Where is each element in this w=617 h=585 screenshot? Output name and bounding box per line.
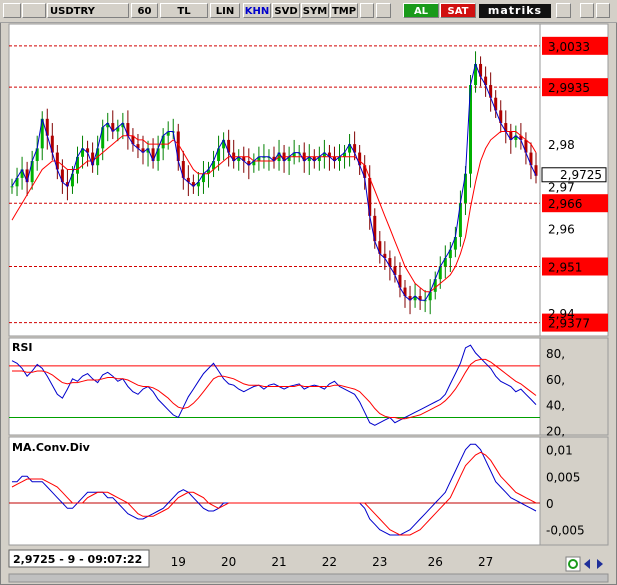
price-tick-label: 2,96: [548, 223, 575, 237]
level-label: 2,951: [548, 260, 582, 274]
scale-select[interactable]: LIN: [210, 3, 240, 18]
currency-select[interactable]: TL: [160, 3, 208, 18]
tab-tmp[interactable]: TMP: [330, 3, 358, 18]
scroll-right-icon[interactable]: [597, 559, 603, 569]
time-tick-label: 20: [221, 555, 236, 569]
macd-panel: MA.Conv.Div 0,01 0,005 0 -0,005: [8, 436, 609, 546]
brand-logo: matriks: [479, 4, 551, 18]
chart-canvas: 3,00332,99352,9662,9512,9377 2,942,962,9…: [0, 0, 617, 585]
rsi-tick-label: 20,: [546, 424, 565, 438]
rsi-tick-label: 80,: [546, 347, 565, 361]
period-select[interactable]: 60: [131, 3, 158, 18]
rsi-tick-label: 60,: [546, 373, 565, 387]
rsi-title: RSI: [12, 341, 33, 354]
time-tick-label: 23: [372, 555, 387, 569]
candle-body: [10, 186, 14, 188]
time-tick-label: 27: [478, 555, 493, 569]
close-icon[interactable]: [596, 3, 610, 18]
macd-title: MA.Conv.Div: [12, 441, 91, 454]
checkbox-icon[interactable]: [376, 3, 391, 18]
time-tick-label: 21: [271, 555, 286, 569]
buy-button[interactable]: AL: [403, 3, 439, 18]
scroll-controls[interactable]: [565, 556, 603, 572]
toolbar: USDTRY 60 TL LIN KHN SVD SYM TMP AL SAT …: [0, 0, 617, 23]
time-tick-label: 19: [171, 555, 186, 569]
price-readout: 2,9725 - 9 - 09:07:22: [13, 553, 142, 566]
level-label: 3,0033: [548, 40, 590, 54]
chart-settings-icon[interactable]: [3, 3, 21, 18]
symbol-field[interactable]: USDTRY: [47, 3, 129, 18]
rsi-tick-label: 40,: [546, 399, 565, 413]
price-tick-label: 2,94: [548, 307, 575, 321]
scroll-left-icon[interactable]: [584, 559, 590, 569]
rsi-panel: RSI 80, 60, 40, 20,: [8, 337, 609, 438]
macd-tick-label: 0,01: [546, 444, 573, 458]
symbol-list-icon[interactable]: [22, 3, 46, 18]
macd-tick-label: 0,005: [546, 470, 580, 484]
chart-window: 3,0033 2,9935 2,966 2,951 2,9377 2,94 2,96 2,9…: [0, 0, 617, 585]
tab-svd[interactable]: SVD: [272, 3, 300, 18]
time-tick-label: 26: [428, 555, 443, 569]
macd-tick-label: 0: [546, 497, 554, 511]
tab-sym[interactable]: SYM: [301, 3, 329, 18]
macd-tick-label: -0,005: [546, 524, 585, 538]
level-label: 2,9935: [548, 81, 590, 95]
last-price-label: 2,9725: [560, 168, 602, 182]
tab-khn[interactable]: KHN: [243, 3, 271, 18]
time-tick-label: 22: [322, 555, 337, 569]
horizontal-scrollbar[interactable]: [8, 573, 609, 583]
minimize-icon[interactable]: [580, 3, 594, 18]
price-tick-label: 2,97: [548, 180, 575, 194]
sell-button[interactable]: SAT: [440, 3, 476, 18]
dropdown-icon[interactable]: [360, 3, 374, 18]
price-panel: 3,00332,99352,9662,9512,9377 2,942,962,9…: [8, 23, 609, 337]
chevron-down-icon[interactable]: [556, 3, 571, 18]
level-label: 2,966: [548, 197, 582, 211]
price-tick-label: 2,98: [548, 138, 575, 152]
